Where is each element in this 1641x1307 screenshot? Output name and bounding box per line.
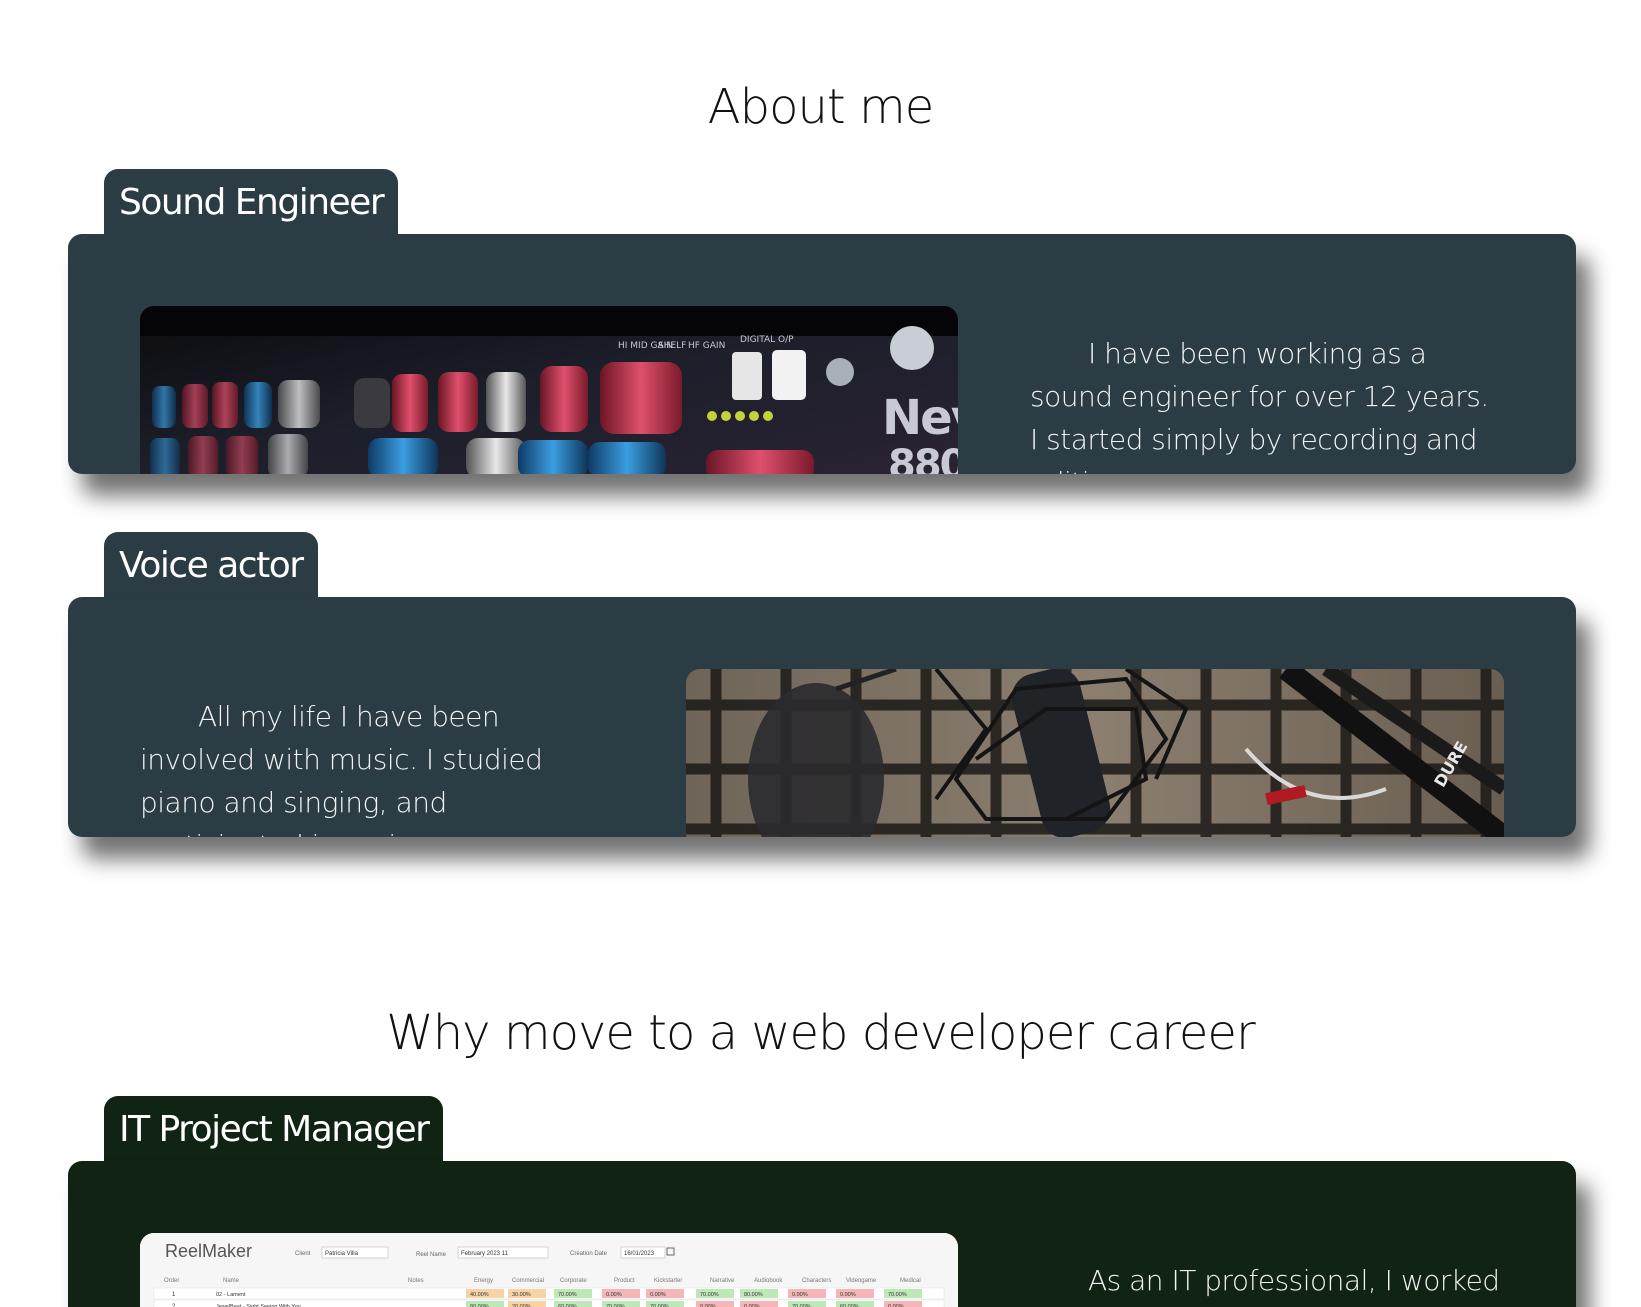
column-header: Order [164, 1278, 179, 1284]
column-header: Name [223, 1278, 240, 1284]
reel-name-value: February 2023 11 [461, 1251, 509, 1257]
table-cell-value: 0.00% [792, 1292, 808, 1298]
sound-engineer-text: I have been working as a sound engineer … [1030, 337, 1489, 474]
console-label: HF GAIN [688, 341, 725, 351]
console-model: 8801 [888, 442, 958, 474]
console-label: SHELF [658, 341, 686, 351]
it-project-manager-card: ReelMaker Client Patricia Villa Reel Nam… [68, 1161, 1576, 1307]
voice-actor-card: All my life I have been involved with mu… [68, 597, 1576, 837]
page: About me Sound Engineer HI MID GAIN SHEL… [0, 0, 1641, 1307]
column-header: Medical [900, 1278, 921, 1284]
reel-name-label: Reel Name [416, 1252, 447, 1258]
column-header: Commercial [512, 1278, 544, 1284]
table-cell-value: 70.00% [558, 1292, 577, 1298]
tab-sound-engineer: Sound Engineer [104, 169, 399, 237]
console-brand: Neve [882, 390, 958, 446]
it-project-manager-text: As an IT professional, I worked as [1088, 1264, 1500, 1297]
table-cell-value: 70.00% [700, 1292, 719, 1298]
creation-date-value: 16/01/2023 [624, 1251, 655, 1257]
row-name: 02 - Lament [216, 1292, 246, 1298]
why-title: Why move to a web developer career [386, 1005, 1255, 1061]
reel-table: 1 02 - Lament 40.00% 30.00% 70.00% 0.00% 0.00%… [153, 1287, 945, 1307]
column-header: Narrative [710, 1278, 735, 1284]
column-header: Audiobook [754, 1278, 783, 1284]
table-cell-value: 80.00% [744, 1292, 763, 1298]
reelmaker-screenshot-image: ReelMaker Client Patricia Villa Reel Nam… [140, 1233, 958, 1307]
column-header: Kickstarter [654, 1278, 682, 1284]
column-header: Energy [474, 1278, 493, 1284]
column-header: Product [614, 1278, 635, 1284]
table-cell-value: 70.00% [888, 1292, 907, 1298]
console-label: DIGITAL O/P [740, 335, 794, 345]
column-header: Videogame [846, 1278, 877, 1284]
table-cell-value: 40.00% [470, 1292, 489, 1298]
tab-it-project-manager: IT Project Manager [104, 1096, 444, 1164]
sound-engineer-card: HI MID GAIN SHELF HF GAIN DIGITAL O/P Ne… [68, 234, 1576, 474]
column-header: Characters [802, 1278, 831, 1284]
mixing-console-image: HI MID GAIN SHELF HF GAIN DIGITAL O/P Ne… [140, 306, 958, 474]
client-label: Client [295, 1251, 311, 1257]
tab-voice-actor: Voice actor [104, 532, 318, 600]
client-value: Patricia Villa [325, 1251, 359, 1257]
microphone-image: DURE [686, 669, 1504, 837]
table-cell-value: 0.00% [840, 1292, 856, 1298]
creation-date-label: Creation Date [570, 1251, 608, 1257]
column-header: Notes [408, 1278, 424, 1284]
table-cell-value: 30.00% [512, 1292, 531, 1298]
table-cell-value: 0.00% [650, 1292, 666, 1298]
table-row[interactable]: 2 JewelBeat - Sight Seeing With You 80.00%… [153, 1299, 945, 1307]
voice-actor-text: All my life I have been involved with mu… [140, 700, 543, 837]
app-title: ReelMaker [165, 1241, 252, 1261]
table-row[interactable]: 1 02 - Lament 40.00% 30.00% 70.00% 0.00% 0.00%… [153, 1287, 945, 1300]
about-title: About me [707, 79, 934, 135]
column-header: Corporate [560, 1278, 587, 1284]
table-cell-value: 0.00% [606, 1292, 622, 1298]
